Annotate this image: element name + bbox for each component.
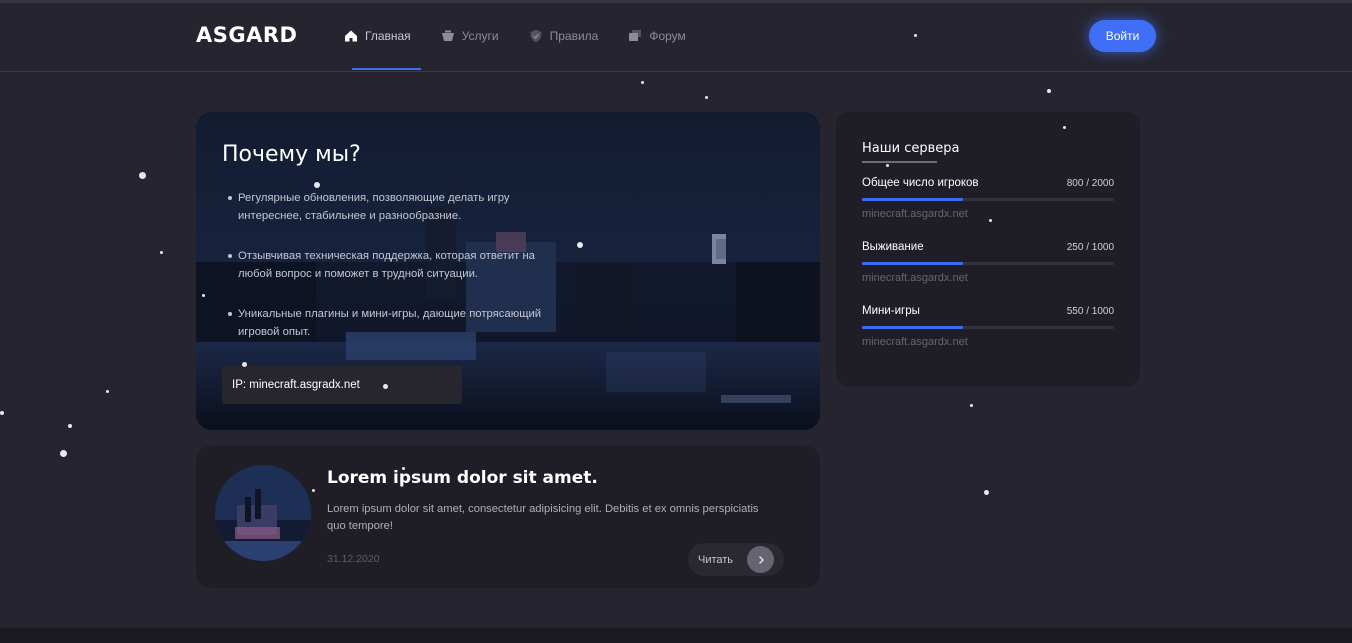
star-particle <box>312 489 315 492</box>
server-name: Общее число игроков <box>862 177 979 189</box>
footer-bar <box>0 628 1352 643</box>
shield-icon <box>530 30 542 42</box>
star-particle <box>402 467 405 470</box>
home-icon <box>345 30 357 42</box>
star-particle <box>106 390 109 393</box>
login-button[interactable]: Войти <box>1089 20 1156 52</box>
progress-fill <box>862 262 963 265</box>
star-particle <box>705 96 708 99</box>
nav-label: Правила <box>549 29 599 43</box>
star-particle <box>914 34 917 37</box>
star-particle <box>242 362 247 367</box>
progress-fill <box>862 326 963 329</box>
feature-item: Уникальные плагины и мини-игры, дающие п… <box>228 305 568 341</box>
star-particle <box>202 294 205 297</box>
server-count: 800 / 2000 <box>1066 178 1114 189</box>
nav-item-rules[interactable]: Правила <box>529 3 599 69</box>
news-date: 31.12.2020 <box>327 553 380 565</box>
nav-item-forum[interactable]: Форум <box>628 3 686 69</box>
server-progress <box>862 198 1114 201</box>
server-host: minecraft.asgardx.net <box>862 272 968 284</box>
feature-item: Регулярные обновления, позволяющие делат… <box>228 189 568 225</box>
server-count: 550 / 1000 <box>1066 306 1114 317</box>
star-particle <box>984 490 989 495</box>
star-particle <box>160 251 163 254</box>
star-particle <box>0 411 4 415</box>
server-progress <box>862 262 1114 265</box>
logo[interactable]: ASGARD <box>196 23 297 47</box>
server-progress <box>862 326 1114 329</box>
read-label: Читать <box>698 553 734 566</box>
servers-panel: Наши сервера Общее число игроков 800 / 2… <box>836 112 1140 387</box>
star-particle <box>383 384 388 389</box>
star-particle <box>68 424 72 428</box>
chat-icon <box>629 30 642 41</box>
nav-label: Услуги <box>461 29 499 43</box>
features-list: Регулярные обновления, позволяющие делат… <box>228 189 568 363</box>
star-particle <box>1047 89 1051 93</box>
news-card: Lorem ipsum dolor sit amet. Lorem ipsum … <box>196 446 820 588</box>
server-host: minecraft.asgardx.net <box>862 336 968 348</box>
basket-icon <box>441 30 454 41</box>
star-particle <box>314 182 320 188</box>
nav-label: Форум <box>649 29 686 43</box>
star-particle <box>989 219 992 222</box>
star-particle <box>577 242 583 248</box>
header: ASGARD Главная Услуги Правила Форум Войт… <box>0 3 1352 72</box>
star-particle <box>139 172 146 179</box>
chevron-right-icon <box>747 546 774 573</box>
feature-item: Отзывчивая техническая поддержка, котора… <box>228 247 568 283</box>
star-particle <box>970 404 973 407</box>
server-name: Мини-игры <box>862 305 920 317</box>
news-title[interactable]: Lorem ipsum dolor sit amet. <box>327 468 598 488</box>
news-thumbnail <box>215 465 311 561</box>
server-name: Выживание <box>862 241 924 253</box>
title-underline <box>862 161 937 163</box>
star-particle <box>1063 126 1066 129</box>
star-particle <box>60 450 67 457</box>
star-particle <box>886 164 889 167</box>
progress-fill <box>862 198 963 201</box>
nav-item-home[interactable]: Главная <box>344 3 421 70</box>
server-ip-box[interactable]: IP: minecraft.asgradx.net <box>222 366 462 404</box>
star-particle <box>641 81 644 84</box>
read-more-button[interactable]: Читать <box>688 543 784 576</box>
nav-label: Главная <box>365 29 411 43</box>
nav-item-services[interactable]: Услуги <box>441 3 499 69</box>
server-count: 250 / 1000 <box>1066 242 1114 253</box>
why-us-banner: Почему мы? Регулярные обновления, позвол… <box>196 112 820 430</box>
main-nav: Главная Услуги Правила Форум <box>344 3 716 72</box>
thumbnail-scene <box>215 465 311 561</box>
hero-title: Почему мы? <box>222 142 361 167</box>
servers-title: Наши сервера <box>862 141 960 156</box>
server-host: minecraft.asgardx.net <box>862 208 968 220</box>
news-excerpt: Lorem ipsum dolor sit amet, consectetur … <box>327 503 759 532</box>
